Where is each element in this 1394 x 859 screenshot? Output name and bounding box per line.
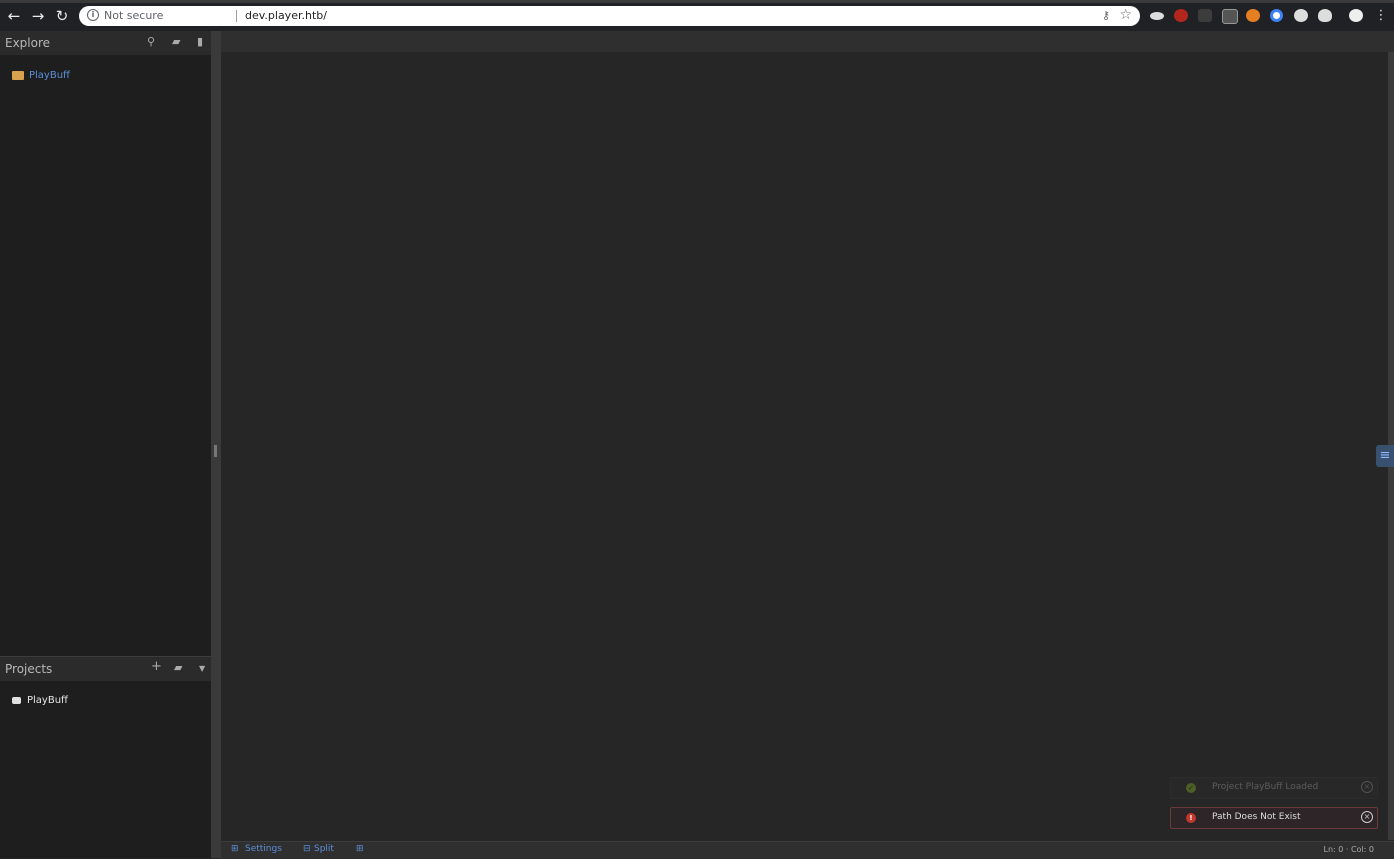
- project-briefcase-icon: [12, 696, 21, 704]
- editor-area[interactable]: [221, 31, 1394, 841]
- lock-icon[interactable]: ▮: [197, 35, 203, 48]
- add-project-button[interactable]: +: [151, 659, 162, 674]
- chevron-down-icon[interactable]: ▼: [199, 664, 205, 673]
- extension-ring-icon[interactable]: [1270, 9, 1283, 22]
- browser-toolbar: ← → ↻ i Not secure dev.player.htb/ ⚷ ☆ ⋮: [0, 0, 1394, 31]
- profile-avatar-icon[interactable]: [1349, 9, 1363, 22]
- info-icon[interactable]: i: [87, 9, 99, 21]
- key-icon[interactable]: ⚷: [1102, 9, 1110, 22]
- explore-folder-item[interactable]: PlayBuff: [12, 70, 70, 81]
- extension-cookie-icon[interactable]: [1294, 9, 1308, 22]
- notification-text: Project PlayBuff Loaded: [1212, 782, 1319, 792]
- success-icon: ✓: [1186, 783, 1196, 793]
- security-label: Not secure: [104, 9, 164, 22]
- extension-gray-icon[interactable]: [1198, 9, 1212, 22]
- browser-tab-strip: [0, 0, 1394, 3]
- layout-icon[interactable]: ⊞: [356, 844, 364, 854]
- explore-title: Explore: [5, 36, 51, 50]
- error-icon: !: [1186, 813, 1196, 823]
- reload-icon[interactable]: ↻: [53, 7, 71, 25]
- extension-glasses-icon[interactable]: [1150, 12, 1164, 20]
- url-text[interactable]: dev.player.htb/: [245, 9, 327, 22]
- briefcase-icon[interactable]: ▰: [172, 35, 180, 48]
- close-icon[interactable]: ×: [1361, 781, 1373, 793]
- address-separator: [236, 10, 237, 22]
- cursor-position: Ln: 0 · Col: 0: [1323, 845, 1374, 854]
- extension-ublock-icon[interactable]: [1174, 9, 1188, 22]
- address-bar[interactable]: i Not secure dev.player.htb/ ⚷ ☆: [79, 6, 1140, 26]
- browser-menu-icon[interactable]: ⋮: [1372, 7, 1390, 25]
- back-arrow-icon[interactable]: ←: [5, 7, 23, 25]
- projects-title: Projects: [5, 662, 53, 676]
- close-icon[interactable]: ×: [1361, 811, 1373, 823]
- settings-button[interactable]: Settings: [245, 844, 282, 854]
- search-icon[interactable]: ⚲: [147, 35, 155, 48]
- settings-icon[interactable]: ⊞: [231, 844, 239, 854]
- split-button[interactable]: Split: [314, 844, 334, 854]
- sidebar: Explore ⚲ ▰ ▮ PlayBuff Projects + ▰ ▼ Pl…: [0, 31, 211, 858]
- explore-header: Explore ⚲ ▰ ▮: [0, 31, 211, 55]
- folder-label: PlayBuff: [29, 70, 70, 81]
- extension-mask-icon[interactable]: [1318, 9, 1332, 22]
- notification-text: Path Does Not Exist: [1212, 812, 1301, 822]
- notification-error: ! Path Does Not Exist ×: [1170, 807, 1378, 829]
- project-item[interactable]: PlayBuff: [12, 695, 68, 706]
- sidebar-resize-handle[interactable]: [211, 31, 221, 858]
- panel-toggle-icon[interactable]: ≡: [1376, 445, 1394, 467]
- editor-tab-bar: [221, 31, 1394, 52]
- briefcase-icon[interactable]: ▰: [174, 661, 182, 674]
- forward-arrow-icon[interactable]: →: [29, 7, 47, 25]
- project-label: PlayBuff: [27, 695, 68, 706]
- extension-tc-icon[interactable]: [1222, 9, 1238, 24]
- extension-orange-icon[interactable]: [1246, 9, 1260, 22]
- bookmark-star-icon[interactable]: ☆: [1119, 7, 1132, 23]
- resize-grip-icon: [214, 445, 217, 457]
- status-bar: ⊞ Settings ⊟ Split ⊞ Ln: 0 · Col: 0: [221, 841, 1394, 859]
- folder-icon: [12, 70, 24, 80]
- notification-success: ✓ Project PlayBuff Loaded ×: [1170, 777, 1378, 799]
- split-icon[interactable]: ⊟: [303, 844, 311, 854]
- projects-header: Projects + ▰ ▼: [0, 656, 211, 681]
